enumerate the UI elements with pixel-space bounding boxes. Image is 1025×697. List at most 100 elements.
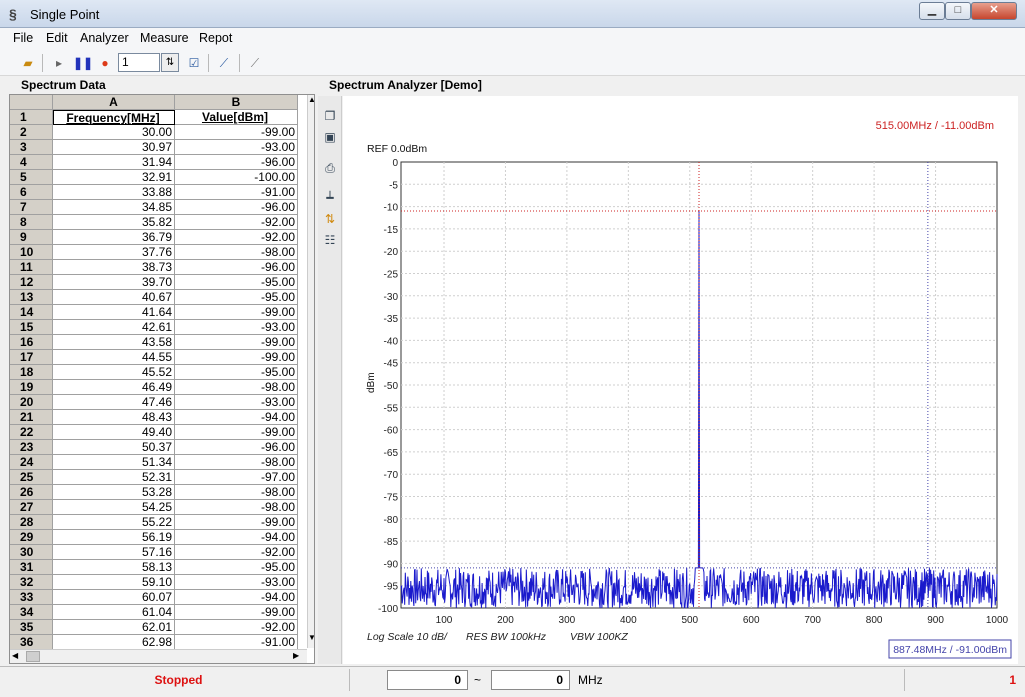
value-cell[interactable]: -94.00	[175, 530, 298, 545]
frequency-cell[interactable]: 58.13	[53, 560, 175, 575]
frequency-cell[interactable]: 34.85	[53, 200, 175, 215]
table-row[interactable]: 21 48.43 -94.00	[10, 410, 307, 425]
row-number[interactable]: 16	[10, 335, 53, 350]
scroll-right-icon[interactable]: ▶	[293, 651, 299, 660]
value-cell[interactable]: -98.00	[175, 380, 298, 395]
sort-icon[interactable]: ⇅	[321, 210, 339, 228]
value-cell[interactable]: -98.00	[175, 245, 298, 260]
value-cell[interactable]: -95.00	[175, 275, 298, 290]
value-cell[interactable]: -99.00	[175, 425, 298, 440]
row-number[interactable]: 2	[10, 125, 53, 140]
frequency-cell[interactable]: 62.98	[53, 635, 175, 650]
table-row[interactable]: 10 37.76 -98.00	[10, 245, 307, 260]
save-icon[interactable]: ▣	[321, 128, 339, 146]
table-row[interactable]: 4 31.94 -96.00	[10, 155, 307, 170]
scroll-left-icon[interactable]: ◀	[12, 651, 18, 660]
row-number[interactable]: 8	[10, 215, 53, 230]
row-number[interactable]: 33	[10, 590, 53, 605]
frequency-cell[interactable]: 44.55	[53, 350, 175, 365]
row-number[interactable]: 3	[10, 140, 53, 155]
value-cell[interactable]: -91.00	[175, 185, 298, 200]
frequency-cell[interactable]: 30.97	[53, 140, 175, 155]
value-cell[interactable]: -93.00	[175, 575, 298, 590]
open-folder-icon[interactable]: ▰	[19, 54, 37, 72]
row-number[interactable]: 36	[10, 635, 53, 650]
frequency-cell[interactable]: 30.00	[53, 125, 175, 140]
value-cell[interactable]: -95.00	[175, 365, 298, 380]
frequency-cell[interactable]: 45.52	[53, 365, 175, 380]
table-row[interactable]: 7 34.85 -96.00	[10, 200, 307, 215]
scroll-up-icon[interactable]: ▲	[308, 95, 314, 107]
column-header-a[interactable]: A	[53, 95, 175, 110]
row-number[interactable]: 24	[10, 455, 53, 470]
count-spinner-icon[interactable]: ⇅	[161, 53, 179, 72]
table-row[interactable]: 12 39.70 -95.00	[10, 275, 307, 290]
frequency-cell[interactable]: 55.22	[53, 515, 175, 530]
frequency-cell[interactable]: 51.34	[53, 455, 175, 470]
frequency-cell[interactable]: 57.16	[53, 545, 175, 560]
frequency-cell[interactable]: 33.88	[53, 185, 175, 200]
row-number[interactable]: 7	[10, 200, 53, 215]
table-row[interactable]: 9 36.79 -92.00	[10, 230, 307, 245]
table-row[interactable]: 8 35.82 -92.00	[10, 215, 307, 230]
pause-icon[interactable]: ❚❚	[73, 54, 93, 72]
row-number[interactable]: 10	[10, 245, 53, 260]
table-row[interactable]: 22 49.40 -99.00	[10, 425, 307, 440]
marker-table-icon[interactable]: ☷	[321, 231, 339, 249]
table-row[interactable]: 15 42.61 -93.00	[10, 320, 307, 335]
frequency-cell[interactable]: 32.91	[53, 170, 175, 185]
table-row[interactable]: 34 61.04 -99.00	[10, 605, 307, 620]
frequency-cell[interactable]: 42.61	[53, 320, 175, 335]
menu-file[interactable]: File	[13, 31, 33, 45]
frequency-cell[interactable]: 31.94	[53, 155, 175, 170]
grid-corner[interactable]	[10, 95, 53, 110]
table-row[interactable]: 28 55.22 -99.00	[10, 515, 307, 530]
value-header-cell[interactable]: Value[dBm]	[175, 110, 298, 125]
table-row[interactable]: 32 59.10 -93.00	[10, 575, 307, 590]
value-cell[interactable]: -91.00	[175, 635, 298, 650]
row-number[interactable]: 17	[10, 350, 53, 365]
row-number[interactable]: 19	[10, 380, 53, 395]
value-cell[interactable]: -100.00	[175, 170, 298, 185]
value-cell[interactable]: -95.00	[175, 290, 298, 305]
row-number[interactable]: 11	[10, 260, 53, 275]
scroll-down-icon[interactable]: ▼	[308, 633, 314, 645]
table-row[interactable]: 6 33.88 -91.00	[10, 185, 307, 200]
frequency-cell[interactable]: 39.70	[53, 275, 175, 290]
menu-edit[interactable]: Edit	[46, 31, 68, 45]
checkbox-icon[interactable]: ☑	[185, 54, 203, 72]
table-row[interactable]: 17 44.55 -99.00	[10, 350, 307, 365]
table-row[interactable]: 19 46.49 -98.00	[10, 380, 307, 395]
value-cell[interactable]: -96.00	[175, 260, 298, 275]
value-cell[interactable]: -99.00	[175, 335, 298, 350]
value-cell[interactable]: -93.00	[175, 320, 298, 335]
frequency-cell[interactable]: 43.58	[53, 335, 175, 350]
table-row[interactable]: 20 47.46 -93.00	[10, 395, 307, 410]
table-row[interactable]: 5 32.91 -100.00	[10, 170, 307, 185]
row-number[interactable]: 25	[10, 470, 53, 485]
row-number[interactable]: 27	[10, 500, 53, 515]
copy-icon[interactable]: ❐	[321, 107, 339, 125]
menu-analyzer[interactable]: Analyzer	[80, 31, 129, 45]
row-number[interactable]: 30	[10, 545, 53, 560]
frequency-cell[interactable]: 53.28	[53, 485, 175, 500]
row-number[interactable]: 13	[10, 290, 53, 305]
value-cell[interactable]: -92.00	[175, 215, 298, 230]
range-to-input[interactable]: 0	[491, 670, 570, 690]
row-number[interactable]: 21	[10, 410, 53, 425]
value-cell[interactable]: -99.00	[175, 605, 298, 620]
frequency-cell[interactable]: 47.46	[53, 395, 175, 410]
row-number[interactable]: 34	[10, 605, 53, 620]
column-header-b[interactable]: B	[175, 95, 298, 110]
row-number[interactable]: 15	[10, 320, 53, 335]
table-row[interactable]: 33 60.07 -94.00	[10, 590, 307, 605]
frequency-cell[interactable]: 56.19	[53, 530, 175, 545]
row-number[interactable]: 5	[10, 170, 53, 185]
frequency-cell[interactable]: 46.49	[53, 380, 175, 395]
value-cell[interactable]: -96.00	[175, 155, 298, 170]
row-number[interactable]: 9	[10, 230, 53, 245]
frequency-cell[interactable]: 52.31	[53, 470, 175, 485]
range-from-input[interactable]: 0	[387, 670, 468, 690]
table-row[interactable]: 30 57.16 -92.00	[10, 545, 307, 560]
row-number[interactable]: 31	[10, 560, 53, 575]
